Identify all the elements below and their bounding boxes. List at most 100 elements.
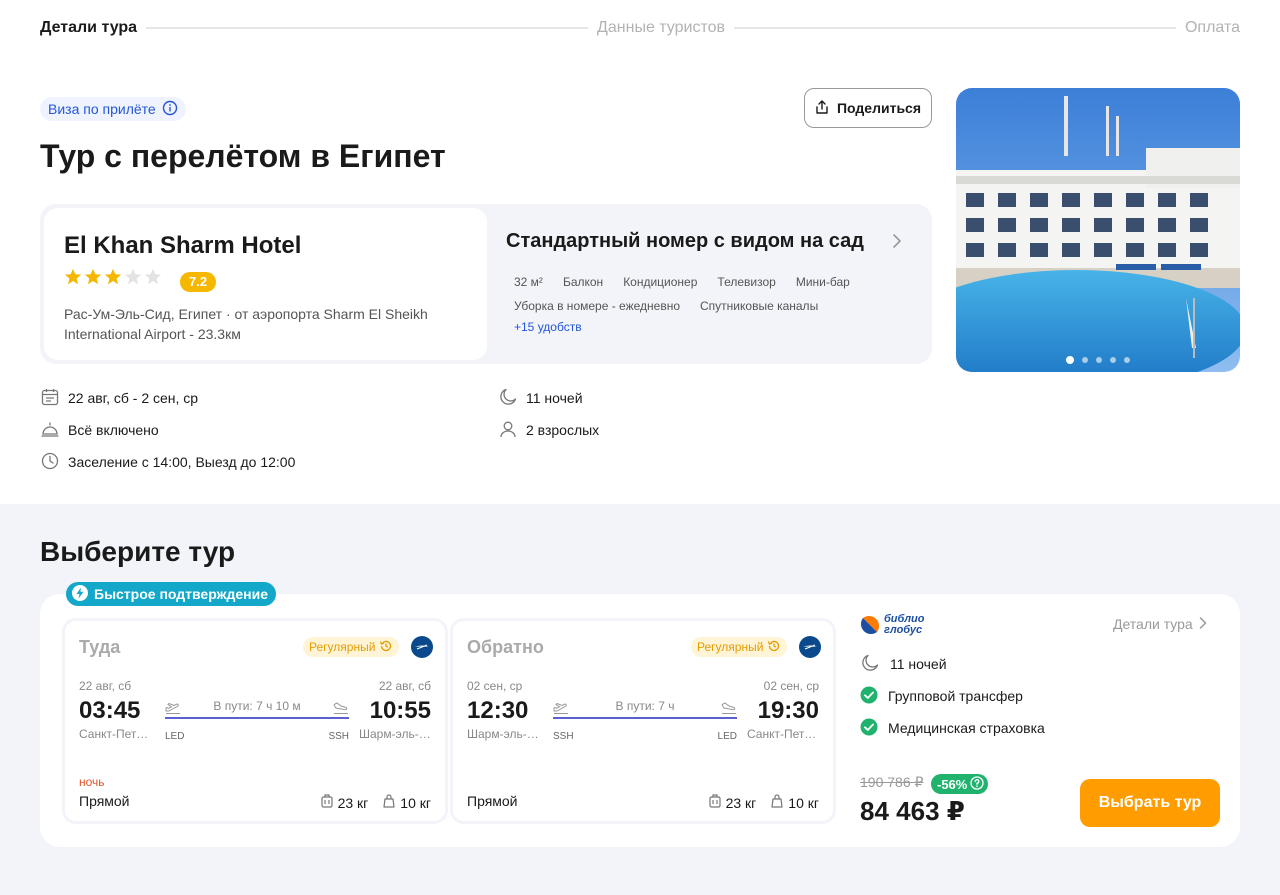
fact-checkin: Заселение с 14:00, Выезд до 12:00 [40,452,295,472]
share-button[interactable]: Поделиться [804,88,932,128]
hotel-name[interactable]: El Khan Sharm Hotel [64,232,301,260]
hotel-stars [64,268,162,286]
flight-duration: В пути: 7 ч 10 м [213,699,301,713]
departure-time: 12:30 [467,697,529,724]
share-label: Поделиться [836,100,922,116]
perk-insurance-text: Медицинская страховка [888,720,1045,736]
carousel-dot[interactable] [1096,357,1102,363]
fact-meal: Всё включено [40,420,295,440]
star-icon [104,268,122,285]
carousel-dot[interactable] [1082,357,1088,363]
perk-nights-text: 11 ночей [890,656,947,672]
discount-badge[interactable]: -56% [931,774,989,794]
amenity-item: Уборка в номере - ежедневно [514,299,681,313]
flight-type: Прямой [467,793,518,809]
departure-city: Шарм-эль-Шейх [467,727,539,741]
tour-operator-logo: библио глобус [860,614,924,636]
fact-dates: 22 авг, сб - 2 сен, ср [40,388,295,408]
tour-details-link[interactable]: Детали тура [1113,616,1207,632]
regular-flight-badge: Регулярный [691,637,788,657]
tour-offer-card: Быстрое подтверждение Туда Регулярный 22… [40,582,1240,847]
room-title[interactable]: Стандартный номер с видом на сад [506,230,864,253]
more-amenities-link[interactable]: +15 удобств [514,320,582,334]
arrival-date: 02 сен, ср [763,679,819,693]
lightning-icon [72,584,88,604]
baggage-info: 23 кг 10 кг [708,793,819,812]
hand-luggage-icon [770,793,784,812]
hotel-location: Рас-Ум-Эль-Сид, Египет · от аэропорта Sh… [64,306,428,342]
step-tourists-data[interactable]: Данные туристов [597,19,725,37]
choose-tour-button[interactable]: Выбрать тур [1080,779,1220,827]
operator-logo-icon [861,616,879,634]
perk-transfer: Групповой трансфер [860,686,1045,706]
moon-icon [498,387,518,410]
chevron-right-icon [1199,616,1207,632]
fast-confirmation-label: Быстрое подтверждение [94,586,269,602]
outbound-flight[interactable]: Туда Регулярный 22 авг, сб 03:45 Санкт-П… [62,618,448,824]
inbound-flight[interactable]: Обратно Регулярный 02 сен, ср 12:30 Шарм… [450,618,836,824]
star-empty-icon [124,268,142,285]
check-circle-icon [860,686,878,707]
fact-guests-text: 2 взрослых [526,422,600,438]
flight-type: Прямой [79,793,130,809]
baggage-weight: 23 кг [337,794,369,811]
hotel-photo [956,88,1240,372]
flight-direction: Обратно [467,637,544,657]
star-icon [64,268,82,285]
suitcase-icon [320,793,334,812]
perk-nights: 11 ночей [860,654,1045,674]
fast-confirmation-badge: Быстрое подтверждение [66,582,277,606]
route-line [553,717,737,719]
fact-nights: 11 ночей [498,388,599,408]
visa-badge[interactable]: Виза по прилёте [40,97,186,121]
moon-icon [860,653,880,676]
question-icon [970,775,985,793]
amenity-item: Телевизор [717,275,776,289]
route-line [165,717,349,719]
amenity-item: Спутниковые каналы [700,299,819,313]
hand-luggage-weight: 10 кг [788,794,819,811]
carousel-dot[interactable] [1124,357,1130,363]
info-icon[interactable] [162,100,178,119]
carousel-dots [956,356,1240,364]
departure-airport-code: SSH [553,731,574,742]
night-flight-tag: ночь [79,775,105,789]
hotel-photo-carousel[interactable] [956,88,1240,372]
step-divider [734,27,1176,29]
departure-date: 02 сен, ср [467,679,523,693]
arrival-airport-code: SSH [328,731,349,742]
carousel-dot[interactable] [1110,357,1116,363]
airline-logo-icon [411,636,433,658]
regular-flight-label: Регулярный [697,640,764,654]
tour-selection-section: Выберите тур Быстрое подтверждение Туда … [0,504,1280,895]
fact-dates-text: 22 авг, сб - 2 сен, ср [68,390,199,406]
cloche-icon [40,419,60,442]
carousel-dot-active[interactable] [1066,356,1074,364]
clock-icon [40,451,60,474]
room-amenities: 32 м² Балкон Кондиционер Телевизор Мини-… [514,272,894,316]
chevron-right-icon[interactable] [892,234,902,253]
amenity-item: 32 м² [514,275,543,289]
hotel-card: El Khan Sharm Hotel 7.2 Рас-Ум-Эль-Сид, … [40,204,932,364]
flight-duration: В пути: 7 ч [615,699,675,713]
fact-nights-text: 11 ночей [526,390,583,406]
history-icon [767,639,781,656]
tour-perks: 11 ночей Групповой трансфер Медицинская … [860,654,1045,750]
visa-badge-label: Виза по прилёте [48,101,156,117]
calendar-icon [40,387,60,410]
hotel-info[interactable]: El Khan Sharm Hotel 7.2 Рас-Ум-Эль-Сид, … [44,208,487,360]
arrival-city: Санкт-Петербург [747,727,819,741]
tour-facts-left: 22 авг, сб - 2 сен, ср Всё включено Засе… [40,388,295,484]
fact-checkin-text: Заселение с 14:00, Выезд до 12:00 [68,454,296,470]
section-title: Выберите тур [40,536,236,567]
regular-flight-badge: Регулярный [303,637,400,657]
amenity-item: Мини-бар [795,275,850,289]
step-tour-details[interactable]: Детали тура [40,19,137,37]
perk-transfer-text: Групповой трансфер [888,688,1023,704]
discount-value: -56% [937,776,968,792]
amenity-item: Балкон [562,275,604,289]
arrival-time: 10:55 [369,697,431,724]
step-payment[interactable]: Оплата [1185,19,1240,37]
baggage-info: 23 кг 10 кг [320,793,431,812]
departure-time: 03:45 [79,697,141,724]
